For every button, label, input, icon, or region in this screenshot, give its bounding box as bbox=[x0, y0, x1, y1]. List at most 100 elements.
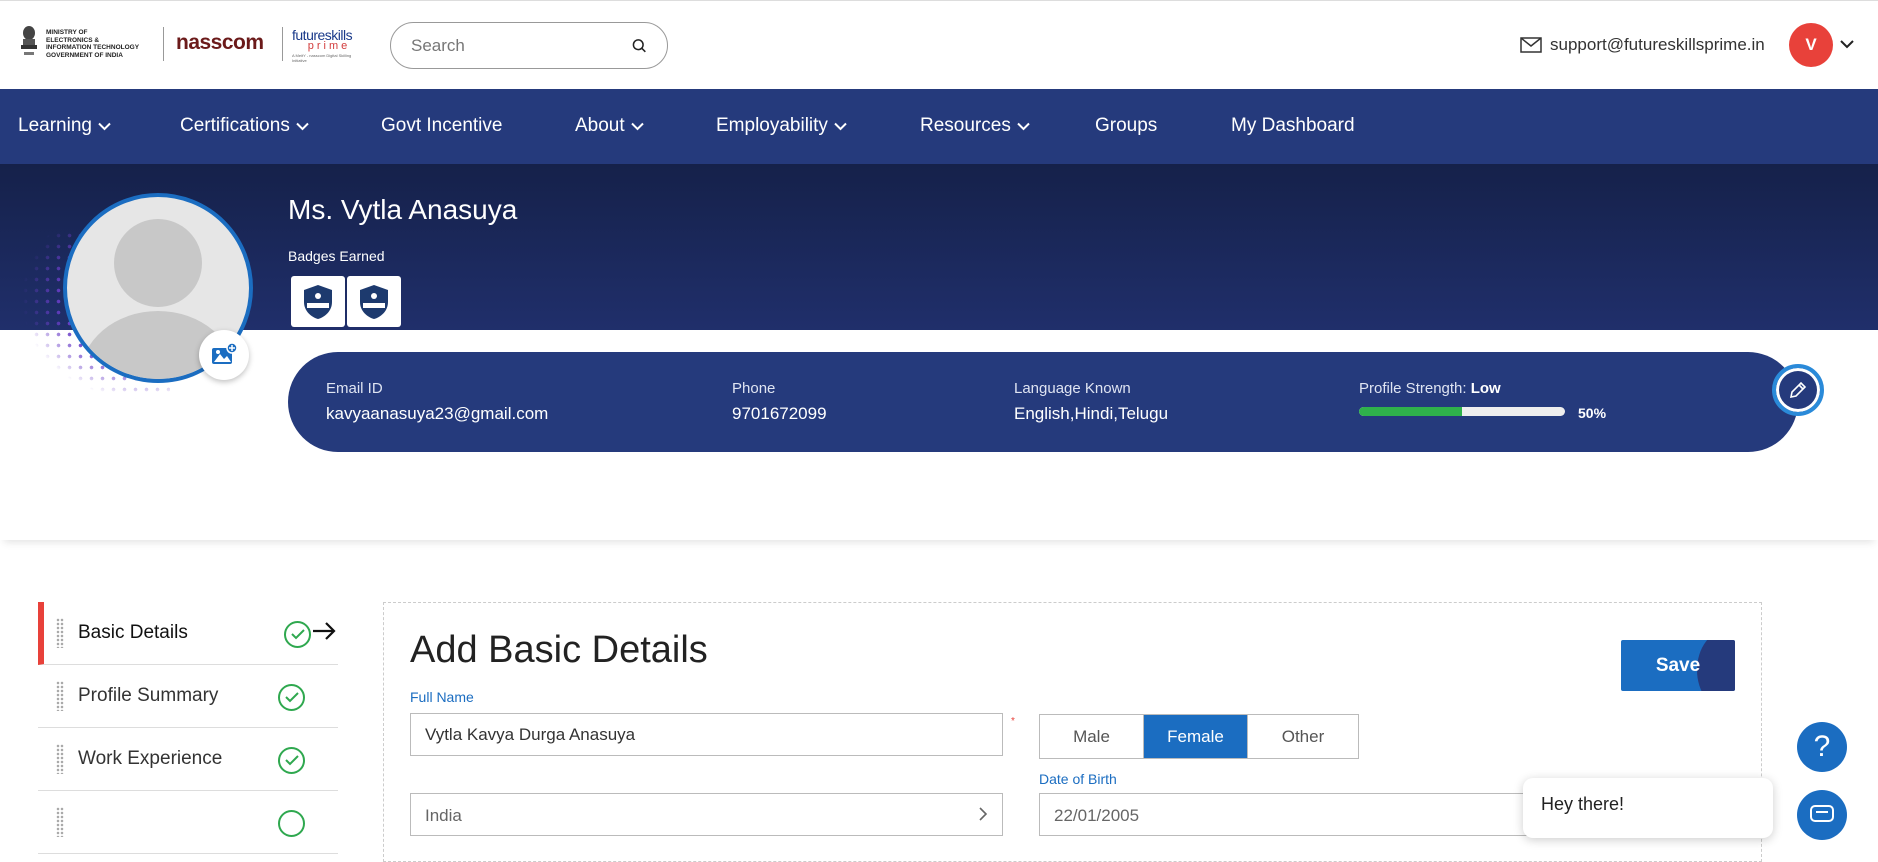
drag-handle-icon[interactable] bbox=[56, 744, 64, 774]
nav-certifications[interactable]: Certifications bbox=[180, 115, 309, 137]
save-button[interactable]: Save bbox=[1621, 640, 1735, 691]
badge-item[interactable] bbox=[347, 276, 401, 327]
full-name-label: Full Name bbox=[410, 689, 474, 705]
strength-progress-fill bbox=[1359, 407, 1462, 416]
futureskills-prime-logo[interactable]: futureskills prime A MeitY - nasscom Dig… bbox=[292, 27, 366, 63]
chevron-down-icon bbox=[630, 122, 644, 130]
chevron-down-icon[interactable] bbox=[1840, 39, 1854, 49]
ministry-line: MINISTRY OF bbox=[46, 29, 88, 36]
menu-item-label: Work Experience bbox=[78, 748, 223, 769]
nav-groups[interactable]: Groups bbox=[1095, 115, 1157, 137]
chevron-right-icon bbox=[979, 807, 988, 821]
full-name-field[interactable]: Vytla Kavya Durga Anasuya bbox=[410, 713, 1003, 756]
gender-option-female[interactable]: Female bbox=[1144, 715, 1248, 758]
gender-option-male[interactable]: Male bbox=[1040, 715, 1144, 758]
nav-label: Learning bbox=[18, 115, 92, 136]
change-photo-button[interactable] bbox=[199, 330, 249, 380]
menu-item-profile-summary[interactable]: Profile Summary bbox=[38, 665, 338, 728]
menu-item-partial[interactable] bbox=[38, 791, 338, 854]
user-avatar[interactable]: V bbox=[1789, 23, 1833, 67]
nav-label: My Dashboard bbox=[1231, 115, 1355, 136]
drag-handle-icon[interactable] bbox=[56, 618, 64, 648]
chat-greeting[interactable]: Hey there! bbox=[1523, 778, 1773, 838]
help-button[interactable]: ? bbox=[1797, 722, 1847, 772]
drag-handle-icon[interactable] bbox=[56, 681, 64, 711]
chevron-down-icon bbox=[834, 122, 847, 130]
search-box bbox=[390, 22, 668, 69]
ministry-line: GOVERNMENT OF INDIA bbox=[46, 51, 123, 59]
logo-divider bbox=[163, 27, 164, 61]
search-icon[interactable] bbox=[632, 37, 647, 55]
shield-badge-icon bbox=[360, 284, 388, 319]
badge-item[interactable] bbox=[291, 276, 345, 327]
email-info: Email ID kavyaanasuya23@gmail.com bbox=[326, 380, 548, 424]
profile-strength: Profile Strength: Low bbox=[1359, 380, 1565, 416]
nav-my-dashboard[interactable]: My Dashboard bbox=[1231, 115, 1355, 137]
arrow-right-icon bbox=[313, 622, 336, 640]
gender-option-other[interactable]: Other bbox=[1248, 715, 1358, 758]
nav-resources[interactable]: Resources bbox=[920, 115, 1030, 137]
nav-label: About bbox=[575, 115, 625, 136]
form-title: Add Basic Details bbox=[410, 629, 708, 671]
ministry-line: ELECTRONICS & bbox=[46, 36, 100, 44]
strength-percent: 50% bbox=[1578, 405, 1607, 421]
email-value: kavyaanasuya23@gmail.com bbox=[326, 404, 549, 423]
mail-icon bbox=[1520, 37, 1542, 53]
nav-label: Employability bbox=[716, 115, 828, 136]
country-value: India bbox=[425, 806, 462, 825]
menu-item-label: Profile Summary bbox=[78, 685, 219, 706]
language-value: English,Hindi,Telugu bbox=[1014, 404, 1169, 423]
phone-value: 9701672099 bbox=[732, 404, 827, 423]
profile-banner bbox=[0, 164, 1878, 330]
nav-govt-incentive[interactable]: Govt Incentive bbox=[381, 115, 502, 137]
nav-about[interactable]: About bbox=[575, 115, 644, 137]
save-label: Save bbox=[1655, 654, 1701, 676]
support-email: support@futureskillsprime.in bbox=[1550, 35, 1765, 54]
ministry-line: INFORMATION TECHNOLOGY bbox=[46, 44, 140, 51]
country-select[interactable]: India bbox=[410, 793, 1003, 836]
check-circle-icon bbox=[278, 747, 305, 774]
chat-icon bbox=[1810, 805, 1834, 822]
strength-value: Low bbox=[1470, 380, 1501, 397]
dob-field[interactable]: 22/01/2005 bbox=[1039, 793, 1599, 836]
strength-progress-bar bbox=[1359, 407, 1565, 416]
gender-toggle: Male Female Other bbox=[1039, 714, 1359, 759]
required-mark: * bbox=[1011, 716, 1015, 727]
check-circle-icon bbox=[278, 810, 305, 837]
dob-label: Date of Birth bbox=[1039, 771, 1117, 787]
fsp-logo-tagline: A MeitY - nasscom Digital Skilling Initi… bbox=[292, 53, 352, 63]
check-circle-icon bbox=[278, 684, 305, 711]
top-header: MINISTRY OF ELECTRONICS & INFORMATION TE… bbox=[0, 0, 1878, 89]
chat-button[interactable] bbox=[1797, 790, 1847, 840]
profile-info-card: Email ID kavyaanasuya23@gmail.com Phone … bbox=[288, 352, 1798, 452]
main-nav: Learning Certifications Govt Incentive A… bbox=[0, 89, 1878, 164]
strength-label: Profile Strength: bbox=[1359, 380, 1467, 397]
support-link[interactable]: support@futureskillsprime.in bbox=[1520, 35, 1765, 55]
chevron-down-icon bbox=[296, 122, 309, 130]
menu-item-label: Basic Details bbox=[78, 622, 188, 643]
search-input[interactable] bbox=[411, 35, 632, 56]
check-circle-icon bbox=[284, 621, 311, 648]
national-emblem-icon bbox=[21, 26, 37, 55]
nav-label: Resources bbox=[920, 115, 1011, 136]
dob-value: 22/01/2005 bbox=[1054, 806, 1140, 825]
phone-info: Phone 9701672099 bbox=[732, 380, 827, 424]
meity-logo[interactable]: MINISTRY OF ELECTRONICS & INFORMATION TE… bbox=[18, 25, 139, 63]
nav-employability[interactable]: Employability bbox=[716, 115, 847, 137]
menu-item-work-experience[interactable]: Work Experience bbox=[38, 728, 338, 791]
drag-handle-icon[interactable] bbox=[56, 807, 64, 837]
image-upload-icon bbox=[212, 342, 238, 364]
menu-item-basic-details[interactable]: Basic Details bbox=[38, 602, 338, 665]
chevron-down-icon bbox=[98, 122, 111, 130]
nav-label: Certifications bbox=[180, 115, 290, 136]
edit-profile-button[interactable] bbox=[1772, 364, 1824, 416]
chevron-down-icon bbox=[1017, 122, 1030, 130]
profile-name: Ms. Vytla Anasuya bbox=[288, 194, 518, 225]
phone-label: Phone bbox=[732, 380, 776, 397]
pencil-icon bbox=[1789, 381, 1807, 399]
nav-label: Groups bbox=[1095, 115, 1158, 136]
nasscom-logo[interactable]: nasscom bbox=[176, 31, 264, 55]
language-label: Language Known bbox=[1014, 380, 1131, 397]
nav-label: Govt Incentive bbox=[381, 115, 503, 136]
nav-learning[interactable]: Learning bbox=[18, 115, 111, 137]
